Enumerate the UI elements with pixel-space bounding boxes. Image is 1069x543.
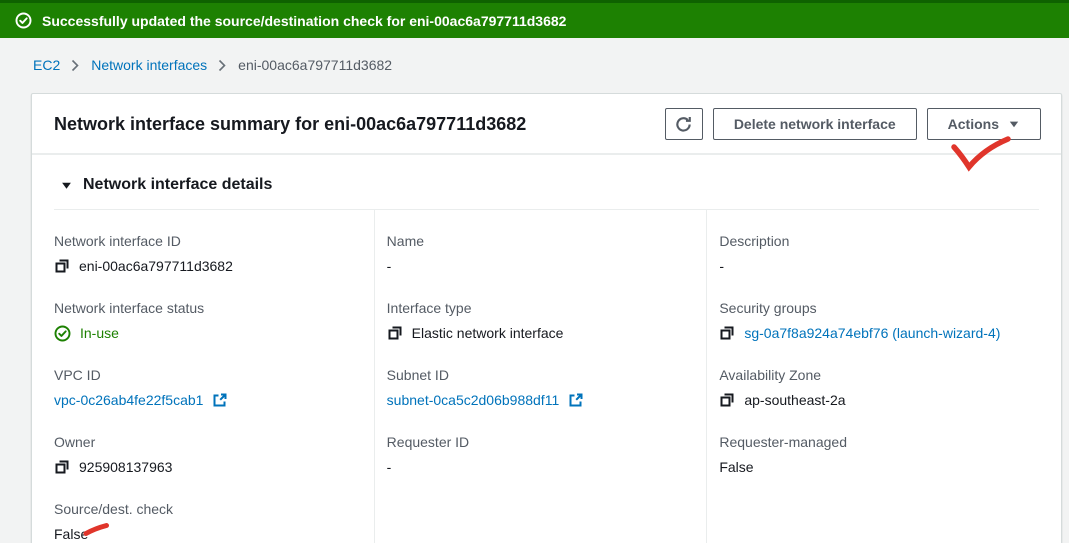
field-requester-managed: Requester-managed False (719, 432, 1039, 478)
field-name: Name - (387, 231, 707, 277)
field-owner: Owner 925908137963 (54, 432, 374, 478)
copy-icon[interactable] (719, 392, 735, 408)
chevron-right-icon (71, 59, 80, 72)
copy-icon[interactable] (719, 325, 735, 341)
details-columns: Network interface ID eni-00ac6a797711d368… (54, 210, 1039, 543)
field-network-interface-id: Network interface ID eni-00ac6a797711d368… (54, 231, 374, 277)
field-value-row: sg-0a7f8a924a74ebf76 (launch-wizard-4) (719, 322, 1039, 344)
field-value-row: subnet-0ca5c2d06b988df11 (387, 389, 707, 411)
actions-button[interactable]: Actions (927, 108, 1041, 140)
field-value: - (387, 255, 392, 277)
breadcrumb-item-ec2[interactable]: EC2 (33, 57, 60, 73)
field-value: False (54, 523, 88, 543)
field-label: Owner (54, 432, 374, 452)
field-value: 925908137963 (79, 456, 172, 478)
field-value-row: 925908137963 (54, 456, 374, 478)
field-label: Security groups (719, 298, 1039, 318)
delete-network-interface-button[interactable]: Delete network interface (713, 108, 917, 140)
field-value: Elastic network interface (412, 322, 564, 344)
field-source-dest-check: Source/dest. check False (54, 499, 374, 543)
network-interface-summary-panel: Network interface summary for eni-00ac6a… (31, 93, 1062, 543)
field-vpc-id: VPC ID vpc-0c26ab4fe22f5cab1 (54, 365, 374, 411)
field-label: Requester ID (387, 432, 707, 452)
field-label: Name (387, 231, 707, 251)
field-requester-id: Requester ID - (387, 432, 707, 478)
caret-down-icon (1008, 118, 1020, 130)
delete-button-label: Delete network interface (734, 116, 896, 132)
field-value[interactable]: subnet-0ca5c2d06b988df11 (387, 389, 560, 411)
field-label: Description (719, 231, 1039, 251)
page-title: Network interface summary for eni-00ac6a… (54, 114, 526, 135)
field-availability-zone: Availability Zone ap-southeast-2a (719, 365, 1039, 411)
field-value-row: False (54, 523, 374, 543)
field-value: eni-00ac6a797711d3682 (79, 255, 233, 277)
field-label: Subnet ID (387, 365, 707, 385)
field-value: False (719, 456, 753, 478)
panel-header: Network interface summary for eni-00ac6a… (32, 94, 1061, 155)
network-interface-details-section: Network interface details Network interf… (32, 155, 1061, 543)
details-column-3: Description - Security groups sg-0a7f8a924a… (706, 210, 1039, 543)
breadcrumb-item-current: eni-00ac6a797711d3682 (238, 57, 392, 73)
field-interface-type: Interface type Elastic network interface (387, 298, 707, 344)
refresh-button[interactable] (665, 108, 703, 140)
copy-icon[interactable] (387, 325, 403, 341)
field-value: ap-southeast-2a (744, 389, 845, 411)
field-label: Availability Zone (719, 365, 1039, 385)
success-check-circle-icon (15, 12, 32, 29)
field-value: - (719, 255, 724, 277)
details-column-2: Name - Interface type Elastic network inter… (374, 210, 707, 543)
field-network-interface-status: Network interface status In-use (54, 298, 374, 344)
field-value-row: ap-southeast-2a (719, 389, 1039, 411)
copy-icon[interactable] (54, 258, 70, 274)
field-label: VPC ID (54, 365, 374, 385)
success-banner: Successfully updated the source/destinat… (0, 0, 1069, 38)
field-subnet-id: Subnet ID subnet-0ca5c2d06b988df11 (387, 365, 707, 411)
field-label: Network interface ID (54, 231, 374, 251)
field-description: Description - (719, 231, 1039, 277)
field-value[interactable]: sg-0a7f8a924a74ebf76 (launch-wizard-4) (744, 322, 1000, 344)
field-label: Requester-managed (719, 432, 1039, 452)
external-link-icon[interactable] (212, 392, 228, 408)
field-value-row: - (387, 456, 707, 478)
header-actions: Delete network interface Actions (665, 108, 1041, 140)
actions-button-label: Actions (948, 116, 999, 132)
triangle-down-icon (61, 180, 72, 191)
field-label: Network interface status (54, 298, 374, 318)
field-value[interactable]: vpc-0c26ab4fe22f5cab1 (54, 389, 203, 411)
field-value: - (387, 456, 392, 478)
field-value-row: - (719, 255, 1039, 277)
banner-message: Successfully updated the source/destinat… (42, 13, 566, 29)
field-value-row: Elastic network interface (387, 322, 707, 344)
details-section-title: Network interface details (83, 176, 272, 194)
field-security-groups: Security groups sg-0a7f8a924a74ebf76 (lau… (719, 298, 1039, 344)
field-value-row: False (719, 456, 1039, 478)
field-value-row: vpc-0c26ab4fe22f5cab1 (54, 389, 374, 411)
refresh-icon (675, 116, 692, 133)
details-column-1: Network interface ID eni-00ac6a797711d368… (54, 210, 374, 543)
copy-icon[interactable] (54, 459, 70, 475)
breadcrumb-item-network-interfaces[interactable]: Network interfaces (91, 57, 207, 73)
field-value: In-use (80, 322, 119, 344)
breadcrumb: EC2 Network interfaces eni-00ac6a797711d… (33, 57, 1069, 73)
details-section-header[interactable]: Network interface details (61, 176, 1039, 194)
field-value-row: - (387, 255, 707, 277)
status-success-icon (54, 325, 71, 342)
field-value-row: eni-00ac6a797711d3682 (54, 255, 374, 277)
field-value-row: In-use (54, 322, 374, 344)
field-label: Interface type (387, 298, 707, 318)
chevron-right-icon (218, 59, 227, 72)
external-link-icon[interactable] (568, 392, 584, 408)
field-label: Source/dest. check (54, 499, 374, 519)
